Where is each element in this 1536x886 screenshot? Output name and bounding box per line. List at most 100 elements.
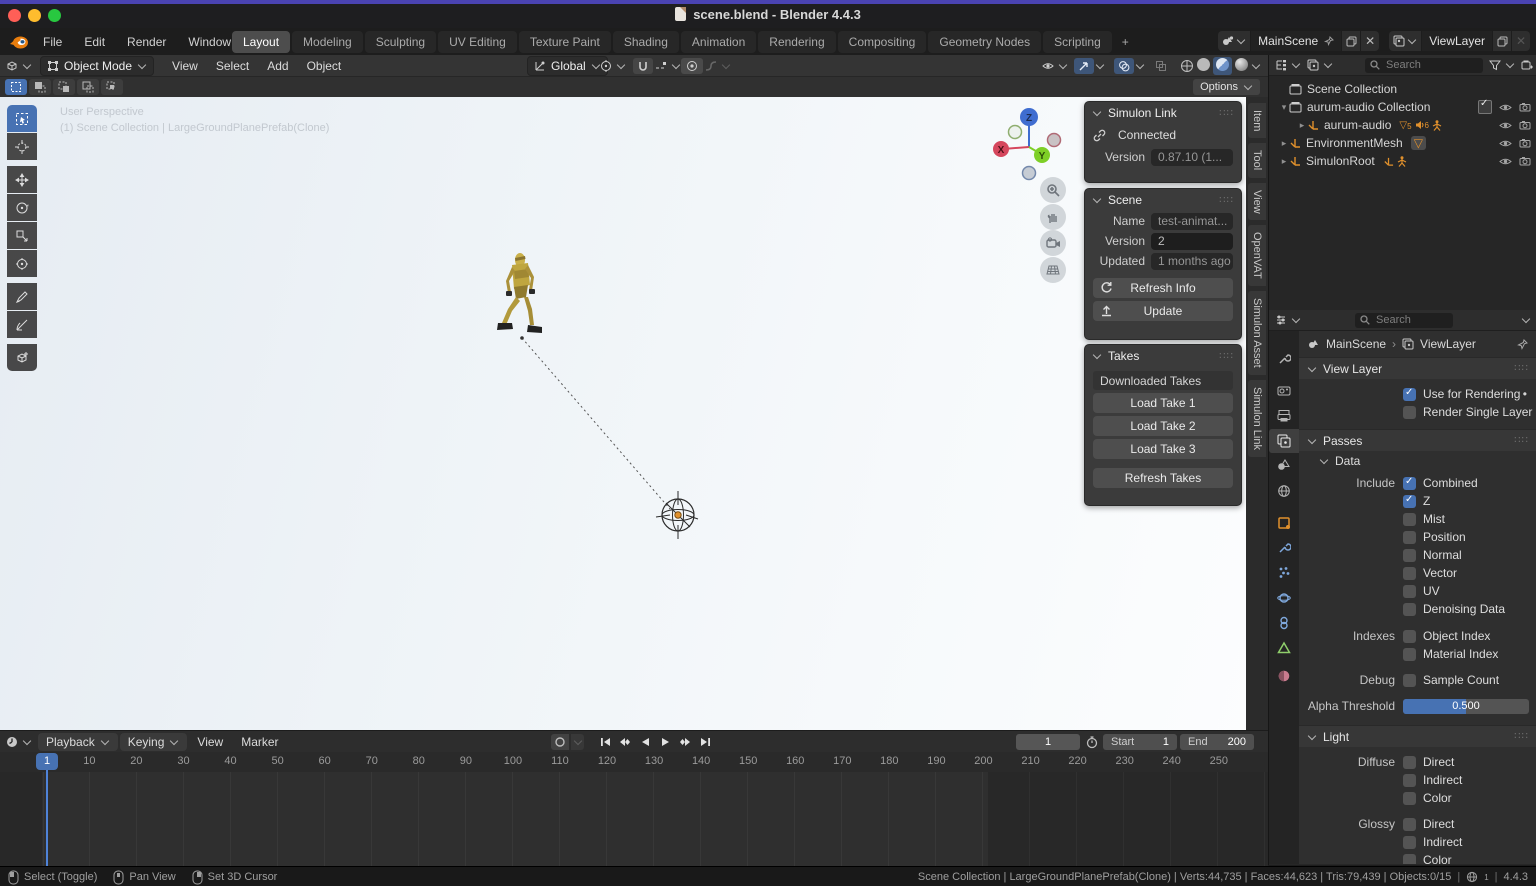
workspace-tab-shading[interactable]: Shading — [613, 31, 679, 53]
select-mode-new-button[interactable] — [5, 79, 27, 95]
workspace-tab-rendering[interactable]: Rendering — [758, 31, 835, 53]
light-row-diffuse-indirect[interactable]: Indirect — [1299, 771, 1536, 789]
viewport-menu-view[interactable]: View — [164, 57, 206, 75]
load-take-3-button[interactable]: Load Take 3 — [1093, 439, 1233, 459]
select-mode-invert-button[interactable] — [77, 79, 99, 95]
sidebar-tab-tool[interactable]: Tool — [1248, 143, 1266, 177]
passes-panel-header[interactable]: Passes∷∷ — [1299, 429, 1536, 451]
proportional-editing-toggle[interactable] — [681, 58, 703, 74]
decorator-dot[interactable]: • — [1523, 387, 1527, 401]
overlays-dropdown[interactable] — [1135, 62, 1145, 70]
menu-window[interactable]: Window — [179, 32, 240, 52]
snap-toggle[interactable] — [633, 58, 653, 74]
outliner-row-simulonroot[interactable]: ▸ SimulonRoot — [1269, 152, 1536, 170]
updated-value-field[interactable]: 1 months ago — [1151, 253, 1233, 270]
properties-options-dropdown[interactable] — [1521, 316, 1531, 324]
transform-orientation-dropdown[interactable]: Global — [527, 56, 608, 76]
outliner-editor-type-dropdown[interactable] — [1275, 59, 1301, 71]
glossy-direct-checkbox[interactable] — [1403, 818, 1416, 831]
play-button[interactable] — [656, 734, 674, 750]
collection-checkbox[interactable]: ✓ — [1478, 100, 1492, 114]
options-dropdown[interactable]: Options — [1193, 79, 1260, 95]
expand-caret-icon[interactable]: ▸ — [1279, 138, 1289, 149]
properties-tab-particles[interactable] — [1269, 560, 1299, 584]
position-checkbox[interactable] — [1403, 531, 1416, 544]
properties-tab-tool[interactable] — [1269, 347, 1299, 371]
load-take-1-button[interactable]: Load Take 1 — [1093, 393, 1233, 413]
properties-tab-render[interactable] — [1269, 379, 1299, 403]
light-row-glossy-direct[interactable]: GlossyDirect — [1299, 815, 1536, 833]
pass-row-position[interactable]: Position — [1299, 528, 1536, 546]
viewport-menu-select[interactable]: Select — [208, 57, 257, 75]
scene-version-field[interactable]: 2 — [1151, 233, 1233, 250]
mode-dropdown[interactable]: Object Mode — [40, 56, 154, 76]
light-row-diffuse-direct[interactable]: DiffuseDirect — [1299, 753, 1536, 771]
version-value-field[interactable]: 0.87.10 (1... — [1151, 149, 1233, 166]
mist-checkbox[interactable] — [1403, 513, 1416, 526]
menu-file[interactable]: File — [34, 32, 71, 52]
light-panel-header[interactable]: Light∷∷ — [1299, 725, 1536, 747]
material-index-checkbox[interactable] — [1403, 648, 1416, 661]
refresh-info-button[interactable]: Refresh Info — [1093, 278, 1233, 298]
vector-checkbox[interactable] — [1403, 567, 1416, 580]
workspace-tab-texture-paint[interactable]: Texture Paint — [519, 31, 611, 53]
sidebar-tab-openvat[interactable]: OpenVAT — [1248, 225, 1266, 286]
zoom-view-button[interactable] — [1040, 177, 1066, 203]
render-single-layer-row[interactable]: Render Single Layer — [1299, 403, 1536, 421]
disable-render-camera-icon[interactable] — [1519, 102, 1531, 112]
shading-material-button[interactable] — [1213, 57, 1232, 75]
timeline-menu-playback[interactable]: Playback — [38, 733, 118, 751]
frame-end-field[interactable]: End200 — [1180, 734, 1254, 750]
breadcrumb-viewlayer[interactable]: ViewLayer — [1420, 337, 1476, 351]
timeline-ruler[interactable]: 1 10203040506070809010011012013014015016… — [0, 752, 1268, 773]
viewlayer-browse-button[interactable] — [1389, 31, 1421, 51]
pass-row-sample-count[interactable]: DebugSample Count — [1299, 671, 1536, 689]
jump-to-start-button[interactable] — [596, 734, 614, 750]
timeline-track-area[interactable] — [0, 772, 1268, 866]
z-checkbox[interactable] — [1403, 495, 1416, 508]
shading-rendered-button[interactable] — [1235, 58, 1248, 74]
menu-render[interactable]: Render — [118, 32, 175, 52]
workspace-tab-sculpting[interactable]: Sculpting — [365, 31, 436, 53]
delete-scene-button[interactable]: ✕ — [1361, 31, 1379, 51]
pass-row-normal[interactable]: Normal — [1299, 546, 1536, 564]
combined-checkbox[interactable] — [1403, 477, 1416, 490]
glossy-color-checkbox[interactable] — [1403, 854, 1416, 865]
denoising-data-checkbox[interactable] — [1403, 603, 1416, 616]
select-mode-intersect-button[interactable] — [101, 79, 123, 95]
viewlayer-name-field[interactable]: ViewLayer — [1422, 31, 1492, 51]
properties-tab-world[interactable] — [1269, 479, 1299, 503]
name-value-field[interactable]: test-animat... — [1151, 213, 1233, 230]
shading-dropdown[interactable] — [1252, 60, 1260, 68]
diffuse-indirect-checkbox[interactable] — [1403, 774, 1416, 787]
frame-start-field[interactable]: Start1 — [1103, 734, 1177, 750]
sidebar-tab-simulon-link[interactable]: Simulon Link — [1248, 380, 1266, 457]
light-row-diffuse-color[interactable]: Color — [1299, 789, 1536, 807]
object-visibility-dropdown[interactable] — [1042, 60, 1068, 72]
light-row-glossy-color[interactable]: Color — [1299, 851, 1536, 864]
pass-row-material-index[interactable]: Material Index — [1299, 645, 1536, 663]
normal-checkbox[interactable] — [1403, 549, 1416, 562]
pin-icon[interactable] — [1517, 339, 1528, 350]
alpha-threshold-slider[interactable]: 0.500 — [1403, 699, 1529, 714]
timeline-menu-view[interactable]: View — [189, 733, 231, 751]
pass-row-object-index[interactable]: IndexesObject Index — [1299, 627, 1536, 645]
jump-to-end-button[interactable] — [696, 734, 714, 750]
outliner-display-mode-dropdown[interactable] — [1307, 59, 1333, 71]
pass-row-combined[interactable]: IncludeCombined — [1299, 474, 1536, 492]
pass-row-uv[interactable]: UV — [1299, 582, 1536, 600]
breadcrumb-scene[interactable]: MainScene — [1326, 337, 1386, 351]
current-frame-indicator[interactable]: 1 — [36, 753, 58, 770]
workspace-tab-layout[interactable]: Layout — [232, 31, 290, 53]
jump-to-next-keyframe-button[interactable] — [676, 734, 694, 750]
add-workspace-button[interactable]: + — [1114, 31, 1137, 53]
jump-to-prev-keyframe-button[interactable] — [616, 734, 634, 750]
navigation-gizmo[interactable]: Z X Y — [985, 102, 1075, 192]
pass-row-mist[interactable]: Mist — [1299, 510, 1536, 528]
expand-caret-icon[interactable]: ▸ — [1297, 120, 1307, 131]
outliner-filter-dropdown[interactable] — [1489, 59, 1515, 71]
disable-render-camera-icon[interactable] — [1519, 120, 1531, 130]
viewport-menu-object[interactable]: Object — [299, 57, 350, 75]
menu-edit[interactable]: Edit — [75, 32, 114, 52]
outliner-row-environmentmesh[interactable]: ▸ EnvironmentMesh ▽ — [1269, 134, 1536, 152]
